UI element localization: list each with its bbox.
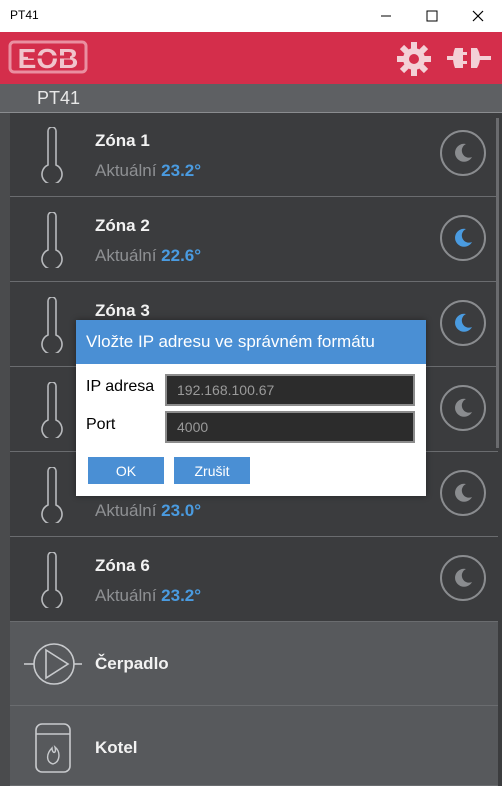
- minimize-icon: [381, 15, 391, 17]
- maximize-icon: [426, 10, 438, 22]
- device-title-bar: PT41: [0, 84, 502, 113]
- cancel-button[interactable]: Zrušit: [174, 457, 250, 484]
- moon-icon: [455, 483, 472, 502]
- window-title: PT41: [10, 8, 39, 22]
- zone-temperature: 23.0°: [161, 501, 202, 520]
- night-mode-button[interactable]: [440, 300, 486, 346]
- moon-icon: [455, 313, 472, 332]
- thermometer-icon: [41, 212, 63, 268]
- zone-temperature: 23.2°: [161, 586, 202, 605]
- night-mode-button[interactable]: [440, 215, 486, 261]
- moon-icon: [455, 228, 472, 247]
- night-mode-button[interactable]: [440, 385, 486, 431]
- moon-icon: [455, 398, 472, 417]
- zone-status: Aktuální 22.6°: [95, 246, 201, 266]
- minimize-button[interactable]: [363, 0, 409, 32]
- zone-status-label: Aktuální: [95, 501, 157, 520]
- ip-address-label: IP adresa: [86, 378, 155, 395]
- scrollbar[interactable]: [496, 118, 499, 448]
- ip-address-dialog: Vložte IP adresu ve správném formátu IP …: [76, 320, 426, 496]
- night-mode-button[interactable]: [440, 470, 486, 516]
- port-label: Port: [86, 416, 116, 433]
- thermometer-icon: [41, 552, 63, 608]
- zone-status-label: Aktuální: [95, 586, 157, 605]
- zone-status-label: Aktuální: [95, 246, 157, 265]
- boiler-icon: [35, 723, 71, 773]
- eob-logo: EOB: [8, 40, 88, 74]
- maximize-button[interactable]: [409, 0, 455, 32]
- port-input[interactable]: [165, 411, 415, 443]
- thermometer-icon: [41, 127, 63, 183]
- night-mode-button[interactable]: [440, 130, 486, 176]
- zone-name: Zóna 6: [95, 556, 150, 575]
- zone-row-1[interactable]: Zóna 1 Aktuální 23.2°: [10, 113, 498, 197]
- night-mode-button[interactable]: [440, 555, 486, 601]
- zone-row-2[interactable]: Zóna 2 Aktuální 22.6°: [10, 198, 498, 282]
- pump-icon: [24, 643, 82, 685]
- dialog-header: Vložte IP adresu ve správném formátu: [76, 320, 426, 364]
- zone-row-6[interactable]: Zóna 6 Aktuální 23.2°: [10, 538, 498, 622]
- zone-status: Aktuální 23.2°: [95, 586, 201, 606]
- left-edge-strip: [0, 113, 10, 786]
- zone-name: Zóna 2: [95, 216, 150, 235]
- zone-temperature: 22.6°: [161, 246, 202, 265]
- zone-status: Aktuální 23.2°: [95, 161, 201, 181]
- zone-status-label: Aktuální: [95, 161, 157, 180]
- thermometer-icon: [41, 382, 63, 438]
- device-name: Kotel: [95, 738, 138, 757]
- thermometer-icon: [41, 467, 63, 523]
- connect-button[interactable]: [447, 42, 491, 79]
- app-header: EOB: [0, 32, 502, 84]
- window-titlebar: PT41: [0, 0, 502, 32]
- close-button[interactable]: [455, 0, 501, 32]
- plug-icon: [447, 48, 491, 68]
- gear-icon: [397, 42, 431, 76]
- settings-button[interactable]: [395, 40, 433, 83]
- ok-button[interactable]: OK: [88, 457, 164, 484]
- zone-name: Zóna 3: [95, 301, 150, 320]
- zone-status: Aktuální 23.0°: [95, 501, 201, 521]
- close-icon: [472, 10, 484, 22]
- moon-icon: [455, 568, 472, 587]
- moon-icon: [455, 143, 472, 162]
- device-row-boiler[interactable]: Kotel: [10, 706, 498, 786]
- device-name: Čerpadlo: [95, 654, 169, 673]
- device-row-pump[interactable]: Čerpadlo: [10, 622, 498, 706]
- thermometer-icon: [41, 297, 63, 353]
- ip-address-input[interactable]: [165, 374, 415, 406]
- device-title: PT41: [37, 88, 81, 108]
- dialog-title: Vložte IP adresu ve správném formátu: [86, 332, 375, 351]
- zone-name: Zóna 1: [95, 131, 150, 150]
- zone-temperature: 23.2°: [161, 161, 202, 180]
